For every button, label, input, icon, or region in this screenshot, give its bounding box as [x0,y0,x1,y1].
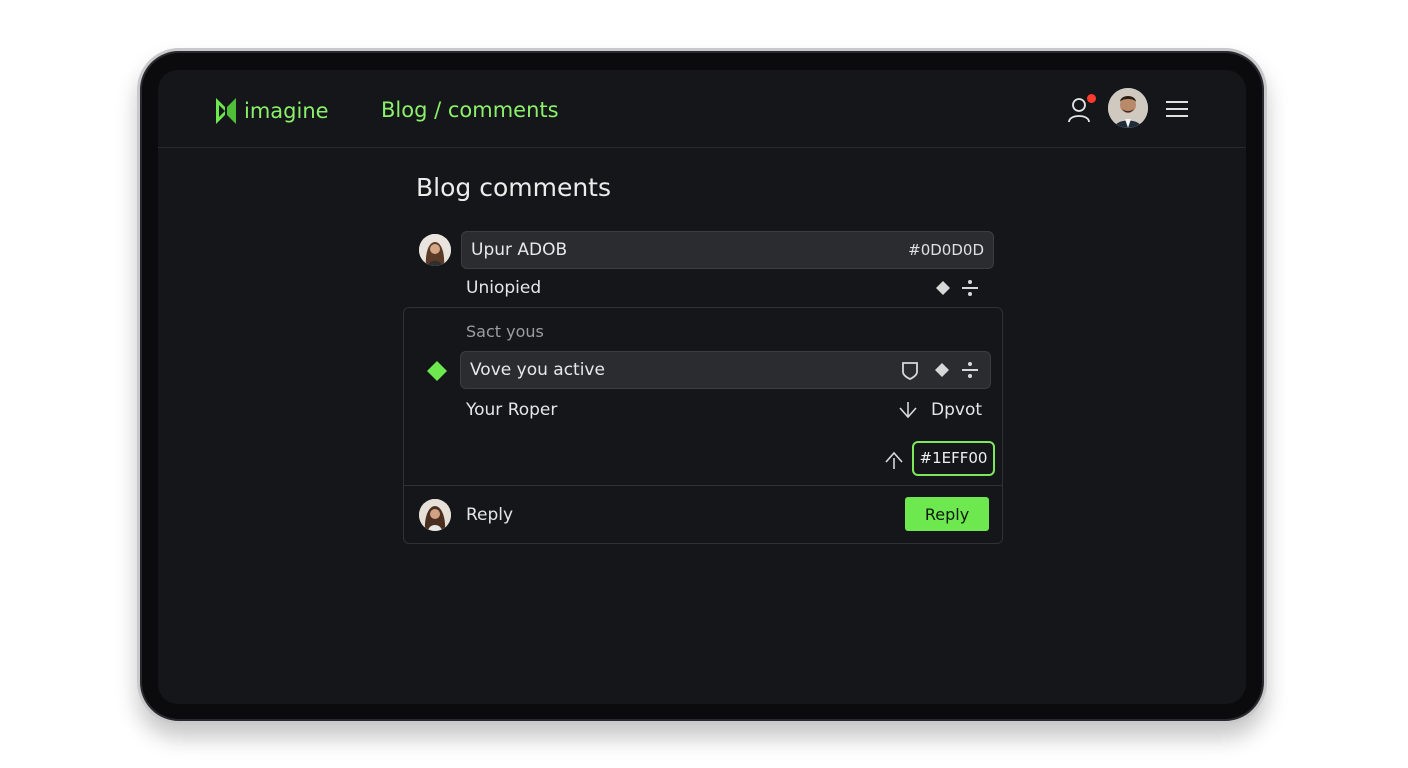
notification-dot [1087,94,1096,103]
comment-status: Uniopied [466,278,542,298]
logo-text: imagine [244,99,329,123]
avatar[interactable] [1108,88,1148,128]
diamond-icon[interactable] [935,280,951,296]
top-bar: imagine Blog / comments [158,70,1246,148]
page-title: Blog comments [416,173,612,202]
sort-icon[interactable] [961,361,979,379]
logo-mark-icon [216,98,236,124]
commenter-photo-icon [419,234,451,266]
active-reply-value: Vove you active [470,360,605,380]
menu-icon[interactable] [1166,100,1188,118]
app-screen: imagine Blog / comments Blog comments Up… [158,70,1246,704]
reply-button[interactable]: Reply [905,497,989,531]
comment-input[interactable]: Upur ADOB #0D0D0D [461,231,994,269]
shield-icon[interactable] [901,361,919,381]
arrow-up-icon[interactable] [884,450,904,470]
commenter-avatar [419,234,451,266]
reply-photo-icon [419,499,451,531]
highlight-color-field[interactable]: #1EFF00 [912,441,995,476]
panel-divider [404,485,1002,486]
profile-photo-icon [1108,88,1148,128]
downvote-label[interactable]: Dpvot [931,400,982,420]
reply-avatar [419,499,451,531]
diamond-icon[interactable] [934,362,950,378]
color-hex-value: #0D0D0D [908,241,984,259]
comment-input-value: Upur ADOB [471,240,568,260]
panel-section-label: Sact yous [466,322,544,341]
sort-icon[interactable] [961,279,979,297]
arrow-down-icon[interactable] [898,400,918,420]
reply-label: Reply [466,505,514,525]
logo[interactable]: imagine [216,98,329,124]
green-diamond-icon [427,361,447,381]
breadcrumb[interactable]: Blog / comments [381,98,559,122]
your-reply-label: Your Roper [466,400,558,420]
